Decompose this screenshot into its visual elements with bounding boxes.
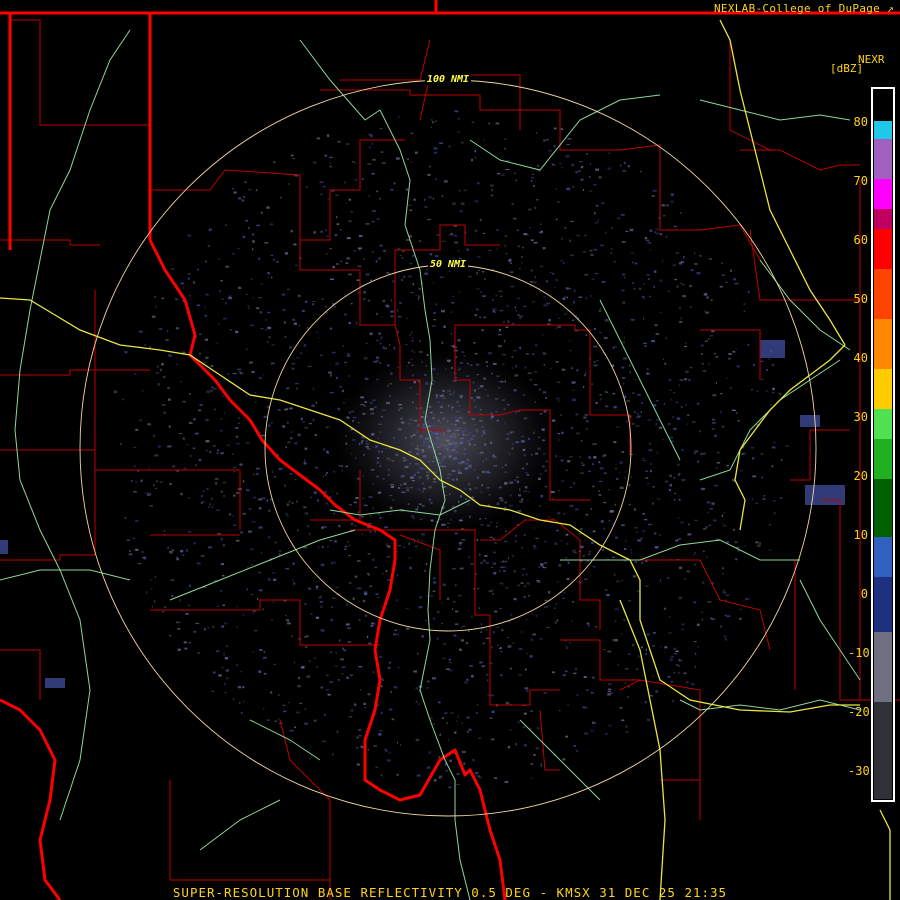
legend-tick: 10	[853, 528, 868, 542]
legend-tick: -10	[848, 646, 870, 660]
dbz-color-scale	[871, 87, 895, 802]
legend-tick: 80	[853, 115, 868, 129]
legend-tick: -30	[848, 764, 870, 778]
credit-label[interactable]: NEXLAB-College of DuPage ↗	[714, 2, 894, 15]
range-ring-label-50: 50 NMI	[427, 259, 469, 270]
legend-tick: 30	[853, 410, 868, 424]
legend-tick: 50	[853, 292, 868, 306]
legend-tick: 70	[853, 174, 868, 188]
radar-viewer: NEXLAB-College of DuPage ↗ NEXR [dBZ] 80…	[0, 0, 900, 900]
radar-map	[0, 0, 900, 900]
credit-text: NEXLAB-College of DuPage	[713, 2, 881, 15]
legend-tick: 20	[853, 469, 868, 483]
external-link-icon: ↗	[887, 2, 894, 15]
radar-echoes	[0, 110, 845, 789]
legend-units: [dBZ]	[830, 62, 864, 75]
legend-tick: 40	[853, 351, 868, 365]
range-ring-label-100: 100 NMI	[424, 74, 472, 85]
legend-tick: -20	[848, 705, 870, 719]
legend-tick: 60	[853, 233, 868, 247]
legend-tick: 0	[860, 587, 868, 601]
product-caption: SUPER-RESOLUTION BASE REFLECTIVITY 0.5 D…	[172, 885, 728, 900]
